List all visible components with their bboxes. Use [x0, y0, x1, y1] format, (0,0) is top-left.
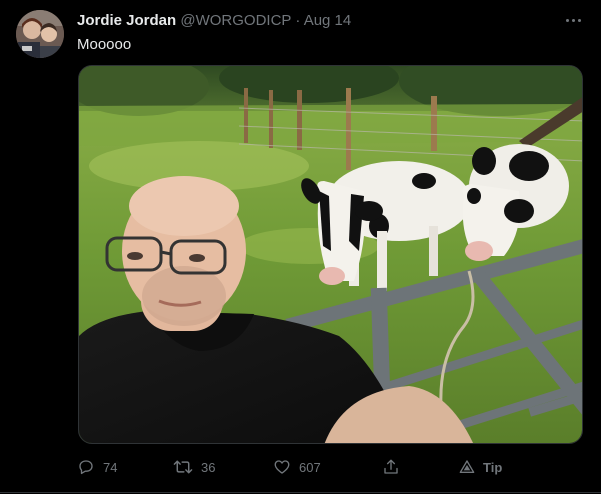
more-dot: [571, 18, 575, 22]
more-horizontal-icon: [565, 18, 569, 22]
separator-dot: ·: [295, 12, 301, 29]
avatar-image: [16, 10, 64, 58]
like-button[interactable]: 607: [273, 456, 321, 478]
author-handle[interactable]: @WORGODICP: [180, 12, 291, 29]
photo-selfie-with-cows: [79, 66, 582, 443]
retweet-icon: [173, 460, 193, 474]
tweet-text: Mooooo: [77, 36, 132, 53]
retweet-count: 36: [201, 459, 216, 475]
like-count: 607: [299, 459, 321, 475]
divider: [0, 492, 601, 493]
avatar[interactable]: [16, 10, 64, 58]
share-icon: [384, 459, 398, 474]
tip-button[interactable]: Tip: [459, 456, 502, 478]
reply-icon: [79, 460, 93, 475]
share-button[interactable]: [382, 456, 400, 478]
tweet-actions: 74 36 607 Tip: [77, 456, 587, 478]
tweet[interactable]: Jordie Jordan @WORGODICP · Aug 14 Mooooo: [0, 0, 601, 494]
more-dot: [577, 18, 581, 22]
more-options-button[interactable]: [563, 12, 583, 28]
tweet-header: Jordie Jordan @WORGODICP · Aug 14: [77, 12, 351, 30]
like-icon: [274, 460, 290, 474]
tip-icon: [459, 460, 475, 473]
reply-count: 74: [103, 459, 118, 475]
tip-label: Tip: [483, 459, 503, 475]
author-name[interactable]: Jordie Jordan: [77, 12, 176, 29]
reply-button[interactable]: 74: [77, 456, 117, 478]
tweet-media[interactable]: [78, 65, 583, 444]
retweet-button[interactable]: 36: [173, 456, 215, 478]
tweet-date[interactable]: Aug 14: [304, 12, 352, 29]
